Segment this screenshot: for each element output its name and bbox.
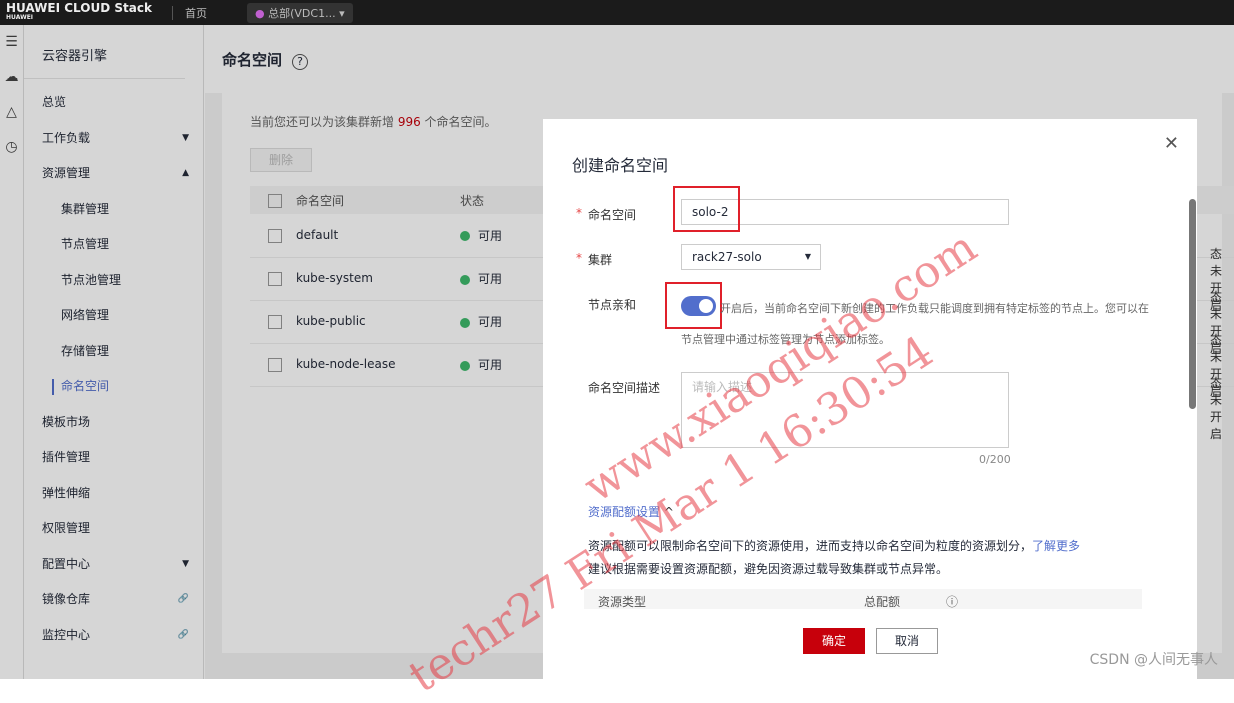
- namespace-label: 命名空间: [588, 208, 637, 222]
- help-icon[interactable]: ⓘ: [946, 593, 958, 609]
- confirm-button[interactable]: 确定: [803, 628, 865, 654]
- affinity-help-2: 节点管理中通过标签管理为节点添加标签。: [681, 333, 890, 346]
- affinity-help: 开启后，当前命名空间下新创建的工作负载只能调度到拥有特定标签的节点上。您可以在: [720, 302, 1149, 315]
- csdn-watermark: CSDN @人间无事人: [1089, 652, 1218, 668]
- char-count: 0/200: [979, 453, 1011, 466]
- huawei-logo[interactable]: HUAWEI CLOUD Stack HUAWEI: [0, 2, 160, 23]
- close-icon[interactable]: ✕: [1164, 133, 1179, 154]
- divider: [172, 5, 173, 20]
- highlight-box: [673, 186, 740, 232]
- home-link[interactable]: 首页: [185, 5, 207, 21]
- region-selector[interactable]: ● 总部(VDC1... ▾: [247, 2, 353, 23]
- cluster-select[interactable]: rack27-solo: [681, 244, 821, 270]
- cluster-label: 集群: [588, 253, 613, 267]
- affinity-label: 节点亲和: [588, 298, 637, 312]
- create-namespace-dialog: 创建命名空间 ✕ * 命名空间 solo-2 * 集群 rack27-solo …: [543, 119, 1197, 689]
- quota-table-header: 资源类型 总配额 ⓘ: [584, 589, 1142, 609]
- highlight-box: [665, 282, 722, 329]
- chevron-up-icon: ^: [663, 505, 674, 519]
- required-mark: *: [576, 251, 582, 265]
- location-icon: ●: [255, 6, 269, 20]
- description-textarea[interactable]: 请输入描述: [681, 372, 1009, 448]
- cancel-button[interactable]: 取消: [876, 628, 938, 654]
- required-mark: *: [576, 206, 582, 220]
- description-label: 命名空间描述: [588, 381, 661, 395]
- scrollbar[interactable]: [1189, 199, 1196, 409]
- quota-description: 资源配额可以限制命名空间下的资源使用，进而支持以命名空间为粒度的资源划分，了解更…: [588, 539, 1081, 553]
- quota-settings-toggle[interactable]: 资源配额设置 ^: [588, 503, 674, 520]
- dialog-title: 创建命名空间: [572, 156, 669, 175]
- learn-more-link[interactable]: 了解更多: [1032, 539, 1080, 553]
- quota-advice: 建议根据需要设置资源配额，避免因资源过载导致集群或节点异常。: [588, 562, 949, 576]
- top-bar: HUAWEI CLOUD Stack HUAWEI 首页 ● 总部(VDC1...…: [0, 0, 1234, 25]
